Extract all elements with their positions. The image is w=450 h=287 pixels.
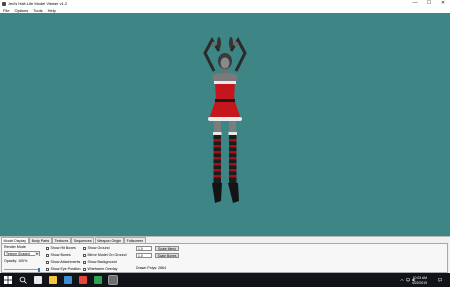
menu-options[interactable]: Options: [14, 8, 28, 13]
checkbox[interactable]: [83, 246, 86, 250]
app-icon: [2, 1, 6, 6]
menu-file[interactable]: File: [3, 8, 9, 13]
notifications-icon[interactable]: [438, 278, 442, 282]
title-bar: Jed's Half-Life Model Viewer v1.2 — ☐ ✕: [0, 0, 450, 7]
check-label: Show Ground: [87, 246, 110, 250]
checkbox[interactable]: [46, 246, 49, 250]
checkbox[interactable]: [83, 260, 86, 264]
checkbox[interactable]: [83, 253, 86, 257]
menu-tools[interactable]: Tools: [33, 8, 42, 13]
check-label: Show Bones: [50, 253, 71, 257]
scale-bones-button[interactable]: Scale Bones: [155, 253, 179, 258]
window-title: Jed's Half-Life Model Viewer v1.2: [8, 1, 68, 6]
check-show-hit-boxes[interactable]: Show Hit Boxes: [46, 246, 76, 250]
check-label: Show Eye Position: [50, 267, 81, 271]
scale-bones-input[interactable]: 1.0: [136, 253, 152, 258]
check-show-eye-position[interactable]: Show Eye Position: [46, 267, 80, 271]
check-label: Show Background: [87, 260, 117, 264]
model-viewer-icon[interactable]: [108, 275, 118, 285]
check-label: Show Attachments: [50, 260, 81, 264]
network-icon[interactable]: [406, 278, 410, 282]
check-mirror-model-on-ground[interactable]: Mirror Model On Ground: [83, 253, 126, 257]
windows-logo-icon[interactable]: [4, 276, 12, 284]
clock-time[interactable]: 10:03 AM: [413, 276, 427, 280]
check-label: Show Hit Boxes: [50, 246, 76, 250]
model-display-panel: Render Mode Texture Shaded ▼ Opacity: 10…: [1, 243, 448, 273]
scale-mesh-input[interactable]: 1.0: [136, 246, 152, 251]
checkbox[interactable]: [46, 260, 49, 264]
opacity-slider-track[interactable]: [4, 269, 40, 270]
check-show-bones[interactable]: Show Bones: [46, 253, 71, 257]
check-label: Mirror Model On Ground: [87, 253, 127, 257]
search-icon[interactable]: [19, 276, 27, 284]
checkbox[interactable]: [46, 253, 49, 257]
model-figure: [203, 37, 247, 203]
render-mode-select[interactable]: Texture Shaded ▼: [4, 251, 40, 256]
check-show-attachments[interactable]: Show Attachments: [46, 260, 80, 264]
checkbox[interactable]: [46, 267, 49, 271]
chevron-down-icon: ▼: [35, 252, 39, 256]
render-mode-value: Texture Shaded: [6, 252, 30, 256]
chrome-icon[interactable]: [79, 276, 87, 284]
window-controls: — ☐ ✕: [408, 0, 450, 7]
maximize-button[interactable]: ☐: [422, 0, 436, 7]
menu-help[interactable]: Help: [48, 8, 56, 13]
store-icon[interactable]: [64, 276, 72, 284]
checkbox[interactable]: [83, 267, 86, 271]
clock-date[interactable]: 4/22/2019: [412, 281, 427, 285]
render-mode-label: Render Mode: [4, 245, 26, 249]
model-viewport[interactable]: [0, 13, 450, 236]
drawn-polys-label: Drawn Polys: 2864: [136, 266, 167, 270]
chevron-up-icon[interactable]: [400, 278, 404, 282]
check-show-ground[interactable]: Show Ground: [83, 246, 109, 250]
opacity-label: Opacity: 100%: [4, 259, 28, 263]
app-green-icon[interactable]: [94, 276, 102, 284]
close-button[interactable]: ✕: [436, 0, 450, 7]
check-show-background[interactable]: Show Background: [83, 260, 117, 264]
opacity-slider-thumb[interactable]: [38, 267, 40, 272]
check-label: Wireframe Overlay: [87, 267, 118, 271]
minimize-button[interactable]: —: [408, 0, 422, 7]
check-wireframe-overlay[interactable]: Wireframe Overlay: [83, 267, 117, 271]
control-panel: Model Display Body Parts Textures Sequen…: [0, 236, 450, 273]
task-view-icon[interactable]: [34, 276, 42, 284]
taskbar: 10:03 AM 4/22/2019: [0, 273, 450, 287]
file-explorer-icon[interactable]: [49, 276, 57, 284]
scale-mesh-button[interactable]: Scale Mesh: [155, 246, 179, 251]
